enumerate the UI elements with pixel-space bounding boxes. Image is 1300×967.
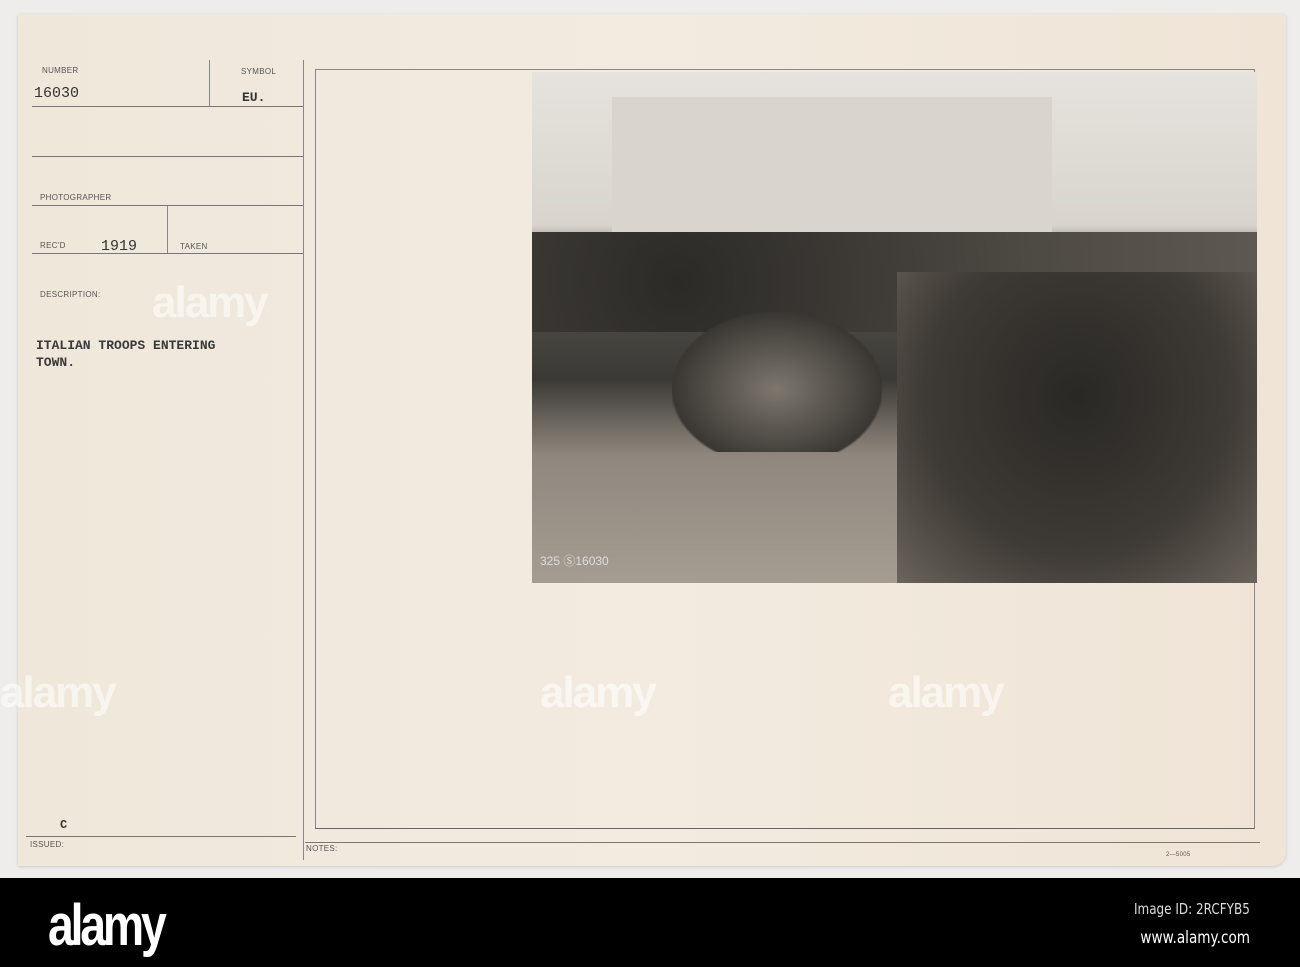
alamy-logo: alamy [48,893,167,958]
notes-line [305,842,1260,843]
symbol-value: EU. [242,90,266,105]
number-label: NUMBER [42,66,79,75]
car [672,312,882,452]
site-url[interactable]: www.alamy.com [1140,928,1250,948]
column-divider [303,60,304,860]
negative-number: 325 Ⓢ16030 [540,554,609,568]
photograph: 325 Ⓢ16030 [532,72,1257,583]
image-id: Image ID: 2RCFYB5 [1134,900,1250,918]
watermark: alamy [540,668,657,717]
divider [32,253,304,254]
divider [167,206,168,254]
description-line: TOWN. [36,355,76,370]
recd-label: REC'D [40,241,66,250]
photographer-label: PHOTOGRAPHER [40,193,112,202]
divider [32,205,304,206]
divider [26,836,296,837]
issued-label: ISSUED: [30,840,65,849]
divider [32,156,304,157]
footer-bar: alamy Image ID: 2RCFYB5 www.alamy.com [0,878,1300,967]
form-number: 2—5005 [1166,852,1191,858]
description-text: ITALIAN TROOPS ENTERING TOWN. [36,337,215,371]
taken-label: TAKEN [180,242,208,251]
notes-label: NOTES: [306,844,338,853]
symbol-label: SYMBOL [241,67,277,76]
description-label: DESCRIPTION: [40,290,101,299]
description-line: ITALIAN TROOPS ENTERING [36,338,216,353]
issued-mark: C [60,818,68,832]
watermark: alamy [0,668,117,717]
watermark: alamy [152,278,269,327]
watermark: alamy [888,668,1005,717]
divider [209,60,210,106]
divider [32,106,304,107]
troops [897,272,1257,583]
number-value: 16030 [34,85,80,102]
